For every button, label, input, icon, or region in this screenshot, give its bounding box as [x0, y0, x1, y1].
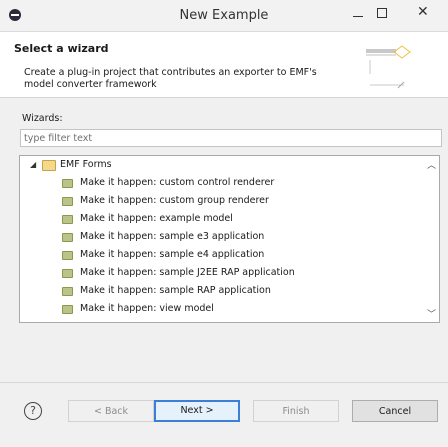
help-button[interactable]: ?: [24, 402, 42, 420]
tree-item-label: Make it happen: sample e4 application: [80, 249, 265, 260]
maximize-button[interactable]: [377, 8, 389, 20]
tree-item[interactable]: Make it happen: sample e4 application: [20, 246, 425, 263]
scroll-up-arrow-icon[interactable]: ︿: [427, 158, 436, 171]
tree-item-label: Make it happen: example model: [80, 213, 233, 224]
cancel-button[interactable]: Cancel: [352, 400, 438, 422]
folder-label: EMF Forms: [60, 159, 112, 170]
tree-folder-emf-forms[interactable]: ◢ EMF Forms: [20, 156, 425, 173]
banner-description: Create a plug-in project that contribute…: [24, 67, 317, 90]
minimize-button[interactable]: [353, 8, 365, 20]
title-bar: New Example ✕: [0, 0, 448, 32]
wizard-tree[interactable]: ◢ EMF Forms Make it happen: custom contr…: [19, 155, 440, 323]
close-button[interactable]: ✕: [417, 5, 429, 19]
wizard-item-icon: [62, 233, 73, 242]
tree-item[interactable]: Make it happen: example model: [20, 210, 425, 227]
scroll-down-arrow-icon[interactable]: ﹀: [427, 307, 436, 320]
tree-item[interactable]: Make it happen: view model: [20, 300, 425, 317]
tree-item[interactable]: Make it happen: sample J2EE RAP applicat…: [20, 264, 425, 281]
next-button[interactable]: Next >: [154, 400, 240, 422]
tree-item-label: Make it happen: sample RAP application: [80, 285, 271, 296]
collapse-arrow-icon[interactable]: ◢: [30, 156, 36, 173]
wizard-item-icon: [62, 305, 73, 314]
wizard-graphic-icon: [366, 45, 411, 89]
wizard-item-icon: [62, 179, 73, 188]
footer-separator: [0, 382, 448, 383]
wizard-item-icon: [62, 215, 73, 224]
wizard-item-icon: [62, 269, 73, 278]
back-button[interactable]: < Back: [68, 400, 154, 422]
wizards-label: Wizards:: [22, 113, 63, 124]
tree-item[interactable]: Make it happen: sample RAP application: [20, 282, 425, 299]
banner-title: Select a wizard: [14, 42, 109, 55]
finish-button[interactable]: Finish: [253, 400, 339, 422]
tree-item-label: Make it happen: view model: [80, 303, 214, 314]
vertical-scrollbar[interactable]: ︿ ﹀: [425, 156, 439, 322]
filter-input[interactable]: [20, 129, 442, 147]
tree-item[interactable]: Make it happen: sample e3 application: [20, 228, 425, 245]
tree-item-label: Make it happen: sample e3 application: [80, 231, 265, 242]
tree-item[interactable]: Make it happen: custom control renderer: [20, 174, 425, 191]
wizard-item-icon: [62, 287, 73, 296]
wizard-banner: Select a wizard Create a plug-in project…: [0, 32, 448, 98]
tree-item-label: Make it happen: custom group renderer: [80, 195, 269, 206]
tree-item-label: Make it happen: custom control renderer: [80, 177, 275, 188]
wizard-item-icon: [62, 197, 73, 206]
tree-item-label: Make it happen: sample J2EE RAP applicat…: [80, 267, 295, 278]
folder-icon: [42, 160, 56, 171]
wizard-item-icon: [62, 251, 73, 260]
tree-item[interactable]: Make it happen: custom group renderer: [20, 192, 425, 209]
